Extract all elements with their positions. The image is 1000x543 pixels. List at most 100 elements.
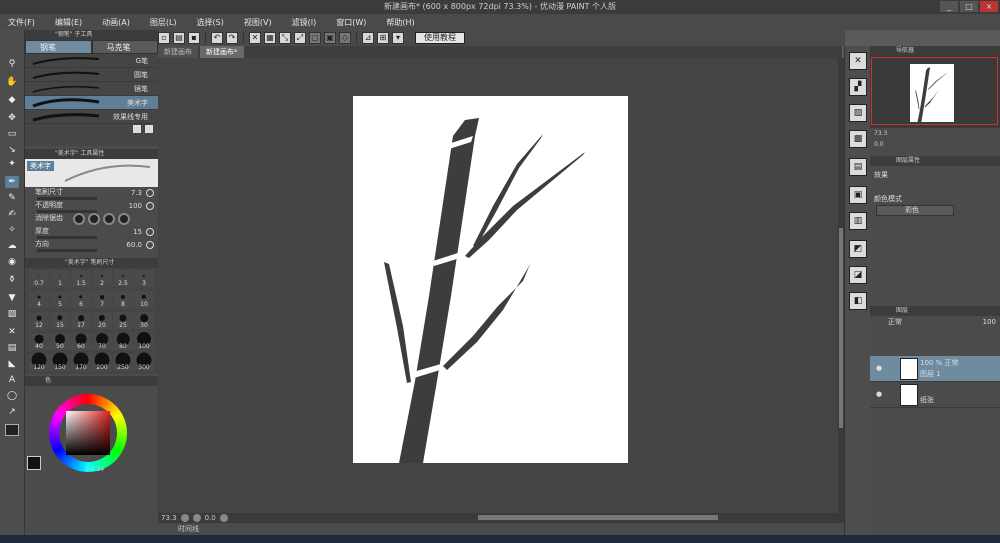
trash-icon[interactable] xyxy=(145,125,153,133)
brush-size-option[interactable]: 3 xyxy=(134,270,154,287)
menu-animation[interactable]: 动画(A) xyxy=(102,17,130,28)
list-item[interactable]: 圆笔 xyxy=(25,68,158,82)
grid-snap-icon[interactable]: ⊞ xyxy=(377,32,389,44)
pressure-icon[interactable] xyxy=(146,189,154,197)
layer-panel-icon[interactable]: ▞ xyxy=(849,78,867,96)
current-color-swatch[interactable] xyxy=(27,456,41,470)
brush-size-option[interactable]: 12 xyxy=(29,312,49,329)
material-folder-icon[interactable]: ▥ xyxy=(849,212,867,230)
drawing-paper[interactable] xyxy=(353,96,628,463)
deselect-icon[interactable]: ▢ xyxy=(309,32,321,44)
brush-size-option[interactable]: 1 xyxy=(50,270,70,287)
table-row[interactable]: ● 100 % 正常 图层 1 xyxy=(870,356,1000,382)
selection-tool-icon[interactable]: ▭ xyxy=(5,128,19,140)
brush-size-option[interactable]: 300 xyxy=(134,352,154,371)
brush-size-option[interactable]: 150 xyxy=(50,352,70,371)
brush-size-option[interactable]: 2.5 xyxy=(113,270,133,287)
zoom-readout[interactable]: 73.3 xyxy=(161,514,177,522)
canvas-area[interactable] xyxy=(158,58,838,513)
zoom-in-icon[interactable] xyxy=(192,514,201,522)
brush-size-option[interactable]: 120 xyxy=(29,352,49,371)
clip-icon[interactable]: ◪ xyxy=(849,266,867,284)
tab-pen[interactable]: 钢笔 xyxy=(25,40,92,54)
thickness-row[interactable]: 厚度 15 xyxy=(25,226,158,239)
pressure-icon[interactable] xyxy=(146,241,154,249)
redo-icon[interactable]: ↷ xyxy=(226,32,238,44)
fill-icon[interactable]: ▦ xyxy=(264,32,276,44)
brush-size-option[interactable]: 4 xyxy=(29,291,49,308)
menu-view[interactable]: 视图(V) xyxy=(244,17,272,28)
navigator-zoom[interactable]: 73.3 xyxy=(874,130,887,137)
brush-size-option[interactable]: 200 xyxy=(92,352,112,371)
brush-size-option[interactable]: 170 xyxy=(71,352,91,371)
brush-size-option[interactable]: 25 xyxy=(113,312,133,329)
color-wheel[interactable] xyxy=(49,394,127,472)
list-item[interactable]: 镜笔 xyxy=(25,82,158,96)
antialias-none-icon[interactable] xyxy=(73,213,85,225)
saturation-value-square[interactable] xyxy=(66,411,110,455)
opacity-row[interactable]: 不透明度 100 xyxy=(25,200,158,213)
transform-icon[interactable]: ⤡ xyxy=(279,32,291,44)
save-icon[interactable]: ▪ xyxy=(188,32,200,44)
menu-file[interactable]: 文件(F) xyxy=(8,17,35,28)
undo-icon[interactable]: ↶ xyxy=(211,32,223,44)
antialias-weak-icon[interactable] xyxy=(88,213,100,225)
figure-tool-icon[interactable]: ✕ xyxy=(5,326,19,338)
layer-opacity[interactable]: 100 xyxy=(983,316,996,328)
airbrush-tool-icon[interactable]: ✧ xyxy=(5,224,19,236)
zoom-tool-icon[interactable]: ⚲ xyxy=(5,58,19,70)
bucket-tool-icon[interactable]: ▼ xyxy=(5,292,19,304)
brush-size-option[interactable]: 6 xyxy=(71,291,91,308)
open-file-icon[interactable]: ▤ xyxy=(173,32,185,44)
hand-tool-icon[interactable]: ✋ xyxy=(5,76,19,88)
list-item[interactable]: 效果线专用 xyxy=(25,110,158,124)
selection-border-icon[interactable]: ◇ xyxy=(339,32,351,44)
tutorial-button[interactable]: 使用教程 xyxy=(415,32,465,44)
new-file-icon[interactable]: ▫ xyxy=(158,32,170,44)
navigator-angle[interactable]: 0.0 xyxy=(874,141,884,148)
lasso-tool-icon[interactable]: ↘ xyxy=(5,144,19,156)
brush-size-option[interactable]: 0.7 xyxy=(29,270,49,287)
pattern-icon[interactable]: ▩ xyxy=(849,130,867,148)
smudge-tool-icon[interactable]: ◉ xyxy=(5,256,19,268)
layer-blend-mode[interactable]: 正常 100 xyxy=(870,316,1000,328)
direction-slider[interactable] xyxy=(37,249,97,252)
menu-layer[interactable]: 图层(L) xyxy=(150,17,177,28)
invert-selection-icon[interactable]: ▣ xyxy=(324,32,336,44)
gradient-tool-icon[interactable]: ▨ xyxy=(5,308,19,320)
horizontal-scroll-thumb[interactable] xyxy=(478,515,718,520)
menu-window[interactable]: 窗口(W) xyxy=(336,17,366,28)
text-tool-icon[interactable]: A xyxy=(5,374,19,386)
zoom-out-icon[interactable] xyxy=(180,514,189,522)
list-item[interactable]: G笔 xyxy=(25,54,158,68)
brush-size-option[interactable]: 250 xyxy=(113,352,133,371)
move-tool-icon[interactable]: ✥ xyxy=(5,112,19,124)
pressure-icon[interactable] xyxy=(146,228,154,236)
scale-icon[interactable]: ⤢ xyxy=(294,32,306,44)
frame-tool-icon[interactable]: ▤ xyxy=(5,342,19,354)
close-panel-icon[interactable]: ✕ xyxy=(849,52,867,70)
brush-size-option[interactable]: 5 xyxy=(50,291,70,308)
brush-size-option[interactable]: 70 xyxy=(92,333,112,350)
color-mode-select[interactable]: 彩色 xyxy=(876,205,954,216)
minimize-button[interactable]: _ xyxy=(940,1,958,12)
pressure-icon[interactable] xyxy=(146,202,154,210)
brush-size-option[interactable]: 80 xyxy=(113,332,133,350)
brush-size-option[interactable]: 100 xyxy=(134,332,154,350)
brush-size-row[interactable]: 笔刷尺寸 7.3 xyxy=(25,187,158,200)
maximize-button[interactable]: □ xyxy=(960,1,978,12)
ruler-snap-icon[interactable]: ⊿ xyxy=(362,32,374,44)
antialias-strong-icon[interactable] xyxy=(118,213,130,225)
balloon-tool-icon[interactable]: ◯ xyxy=(5,390,19,402)
angle-readout[interactable]: 0.0 xyxy=(205,514,216,522)
brush-size-option[interactable]: 15 xyxy=(50,312,70,329)
menu-edit[interactable]: 编辑(E) xyxy=(55,17,82,28)
history-icon[interactable]: ▤ xyxy=(849,158,867,176)
pencil-tool-icon[interactable]: ✎ xyxy=(5,192,19,204)
fill-tool-icon[interactable]: ⚱ xyxy=(5,274,19,286)
brush-tool-icon[interactable]: ✍ xyxy=(5,208,19,220)
table-row[interactable]: ● 纸张 xyxy=(870,382,1000,408)
ruler-tool-icon[interactable]: ◣ xyxy=(5,358,19,370)
brush-size-option[interactable]: 2 xyxy=(92,270,112,287)
antialias-row[interactable]: 消除锯齿 xyxy=(25,213,158,226)
